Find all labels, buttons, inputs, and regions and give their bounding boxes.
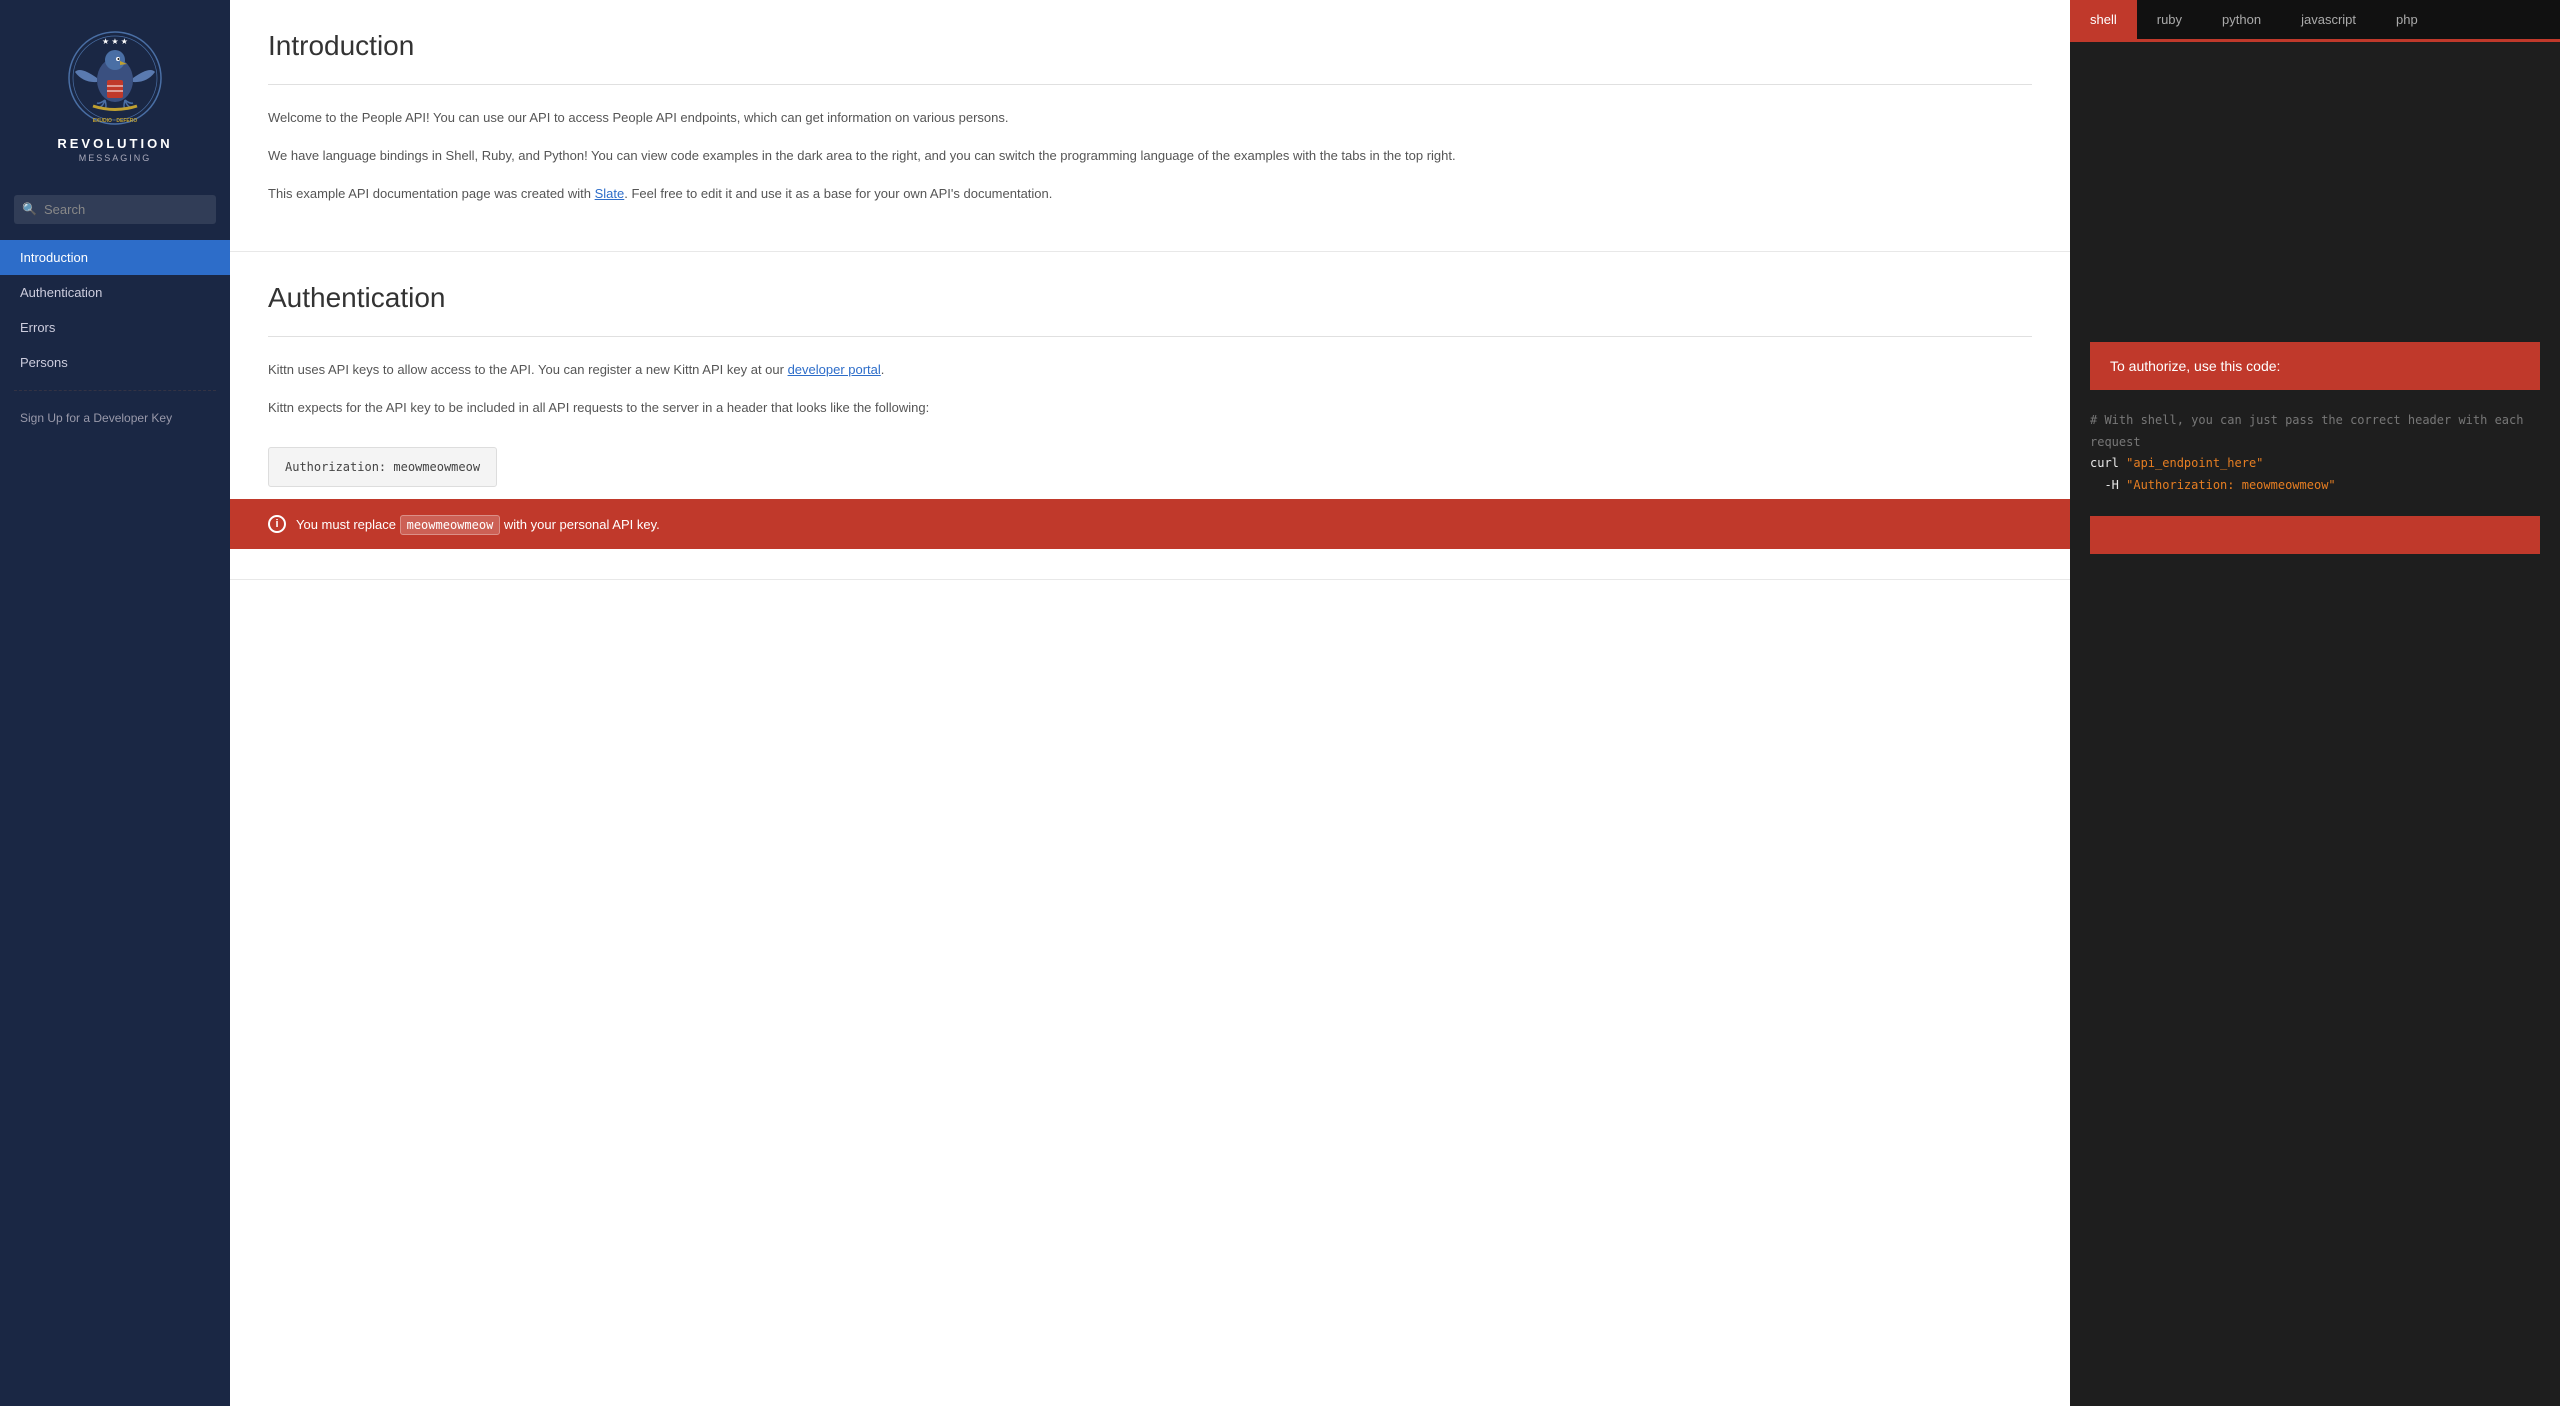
code-header-line: -H "Authorization: meowmeowmeow" xyxy=(2090,475,2540,497)
introduction-divider xyxy=(268,84,2032,85)
curl-command: curl xyxy=(2090,456,2126,470)
main-area: Introduction Welcome to the People API! … xyxy=(230,0,2560,1406)
logo-subtitle: MESSAGING xyxy=(79,153,152,163)
slate-link[interactable]: Slate xyxy=(595,186,625,201)
logo-title: REVOLUTION xyxy=(57,136,172,153)
auth-code-example: Authorization: meowmeowmeow xyxy=(268,447,497,487)
header-flag: -H xyxy=(2090,478,2126,492)
sidebar-item-persons[interactable]: Persons xyxy=(0,345,230,380)
authentication-divider xyxy=(268,336,2032,337)
logo-emblem: ★ ★ ★ xyxy=(65,28,165,128)
info-text: You must replace meowmeowmeow with your … xyxy=(296,517,660,532)
code-panel: shell ruby python javascript php To auth… xyxy=(2070,0,2560,1406)
info-icon: i xyxy=(268,515,286,533)
sidebar-item-errors[interactable]: Errors xyxy=(0,310,230,345)
sidebar-item-introduction[interactable]: Introduction xyxy=(0,240,230,275)
search-icon: 🔍 xyxy=(22,202,37,216)
auth-para-2: Kittn expects for the API key to be incl… xyxy=(268,397,2032,419)
tab-javascript[interactable]: javascript xyxy=(2281,0,2376,39)
search-box[interactable]: 🔍 xyxy=(14,195,216,224)
intro-para-1: Welcome to the People API! You can use o… xyxy=(268,107,2032,129)
tab-python[interactable]: python xyxy=(2202,0,2281,39)
nav-list: Introduction Authentication Errors Perso… xyxy=(0,240,230,380)
svg-text:★ ★ ★: ★ ★ ★ xyxy=(102,37,128,46)
svg-text:EXUDIO · DEFERO: EXUDIO · DEFERO xyxy=(93,118,138,124)
header-value: "Authorization: meowmeowmeow" xyxy=(2126,478,2336,492)
lang-tabs: shell ruby python javascript php xyxy=(2070,0,2560,42)
tab-ruby[interactable]: ruby xyxy=(2137,0,2202,39)
code-comment-line: # With shell, you can just pass the corr… xyxy=(2090,410,2540,453)
authorize-comment-box: To authorize, use this code: xyxy=(2090,342,2540,390)
info-code: meowmeowmeow xyxy=(400,515,501,535)
auth-para-1: Kittn uses API keys to allow access to t… xyxy=(268,359,2032,381)
tab-php[interactable]: php xyxy=(2376,0,2438,39)
intro-para-2: We have language bindings in Shell, Ruby… xyxy=(268,145,2032,167)
introduction-title: Introduction xyxy=(268,30,2032,62)
developer-key-link[interactable]: Sign Up for a Developer Key xyxy=(0,401,230,435)
info-box: i You must replace meowmeowmeow with you… xyxy=(230,499,2070,549)
bottom-red-bar xyxy=(2090,516,2540,554)
curl-url: "api_endpoint_here" xyxy=(2126,456,2263,470)
introduction-section: Introduction Welcome to the People API! … xyxy=(230,0,2070,252)
logo-area: ★ ★ ★ xyxy=(0,0,230,183)
authentication-title: Authentication xyxy=(268,282,2032,314)
authentication-section: Authentication Kittn uses API keys to al… xyxy=(230,252,2070,580)
sidebar: ★ ★ ★ xyxy=(0,0,230,1406)
search-input[interactable] xyxy=(14,195,216,224)
code-curl-line: curl "api_endpoint_here" xyxy=(2090,453,2540,475)
intro-para-3: This example API documentation page was … xyxy=(268,183,2032,205)
sidebar-item-authentication[interactable]: Authentication xyxy=(0,275,230,310)
docs-panel: Introduction Welcome to the People API! … xyxy=(230,0,2070,1406)
developer-portal-link[interactable]: developer portal xyxy=(788,362,881,377)
sidebar-divider xyxy=(14,390,216,391)
authorize-label: To authorize, use this code: xyxy=(2110,358,2280,374)
code-snippet: # With shell, you can just pass the corr… xyxy=(2070,390,2560,516)
tab-shell[interactable]: shell xyxy=(2070,0,2137,39)
